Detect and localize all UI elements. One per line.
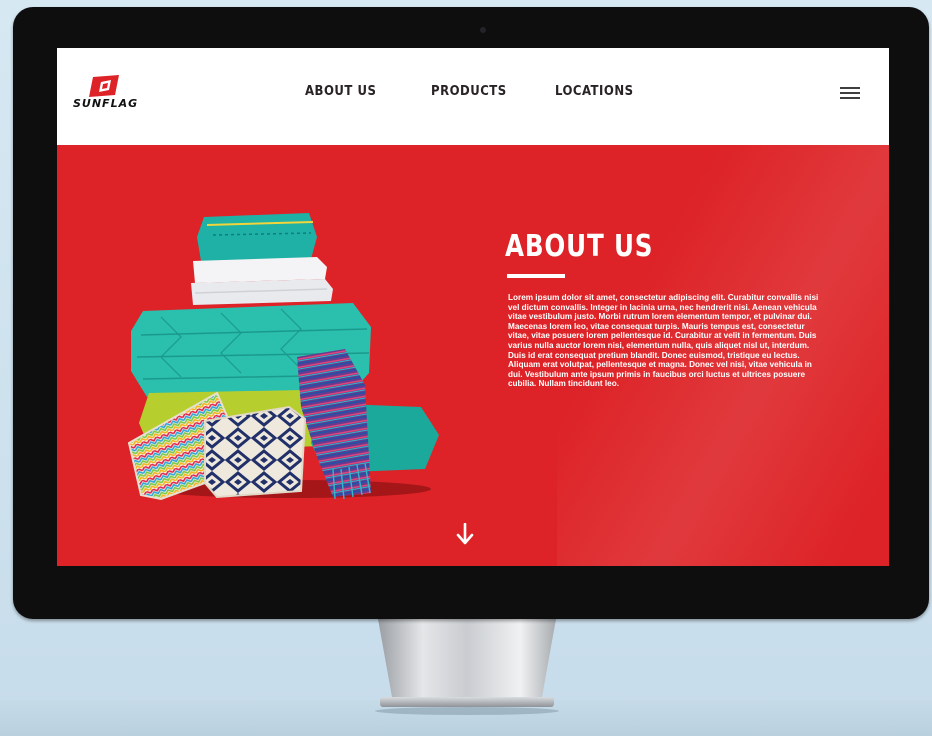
brand-name: SUNFLAG	[73, 97, 139, 110]
flag-logo-icon	[89, 75, 119, 97]
nav-locations[interactable]: LOCATIONS	[555, 84, 634, 99]
nav-about-us[interactable]: ABOUT US	[305, 84, 376, 99]
hamburger-menu-icon[interactable]	[840, 86, 860, 100]
sunflag-logo[interactable]: SUNFLAG	[73, 75, 163, 115]
title-underline	[507, 274, 565, 278]
about-us-body-text: Lorem ipsum dolor sit amet, consectetur …	[508, 293, 819, 389]
arrow-down-icon[interactable]	[456, 523, 474, 545]
site-header: SUNFLAG ABOUT US PRODUCTS LOCATIONS	[57, 48, 889, 145]
website-screen: SUNFLAG ABOUT US PRODUCTS LOCATIONS ABOU…	[57, 48, 889, 566]
about-hero-section: ABOUT US Lorem ipsum dolor sit amet, con…	[57, 145, 889, 566]
camera-icon	[480, 27, 486, 33]
nav-products[interactable]: PRODUCTS	[431, 84, 507, 99]
about-us-heading: ABOUT US	[505, 229, 654, 264]
monitor-stand	[375, 619, 559, 715]
stacked-textiles-image	[127, 213, 439, 501]
